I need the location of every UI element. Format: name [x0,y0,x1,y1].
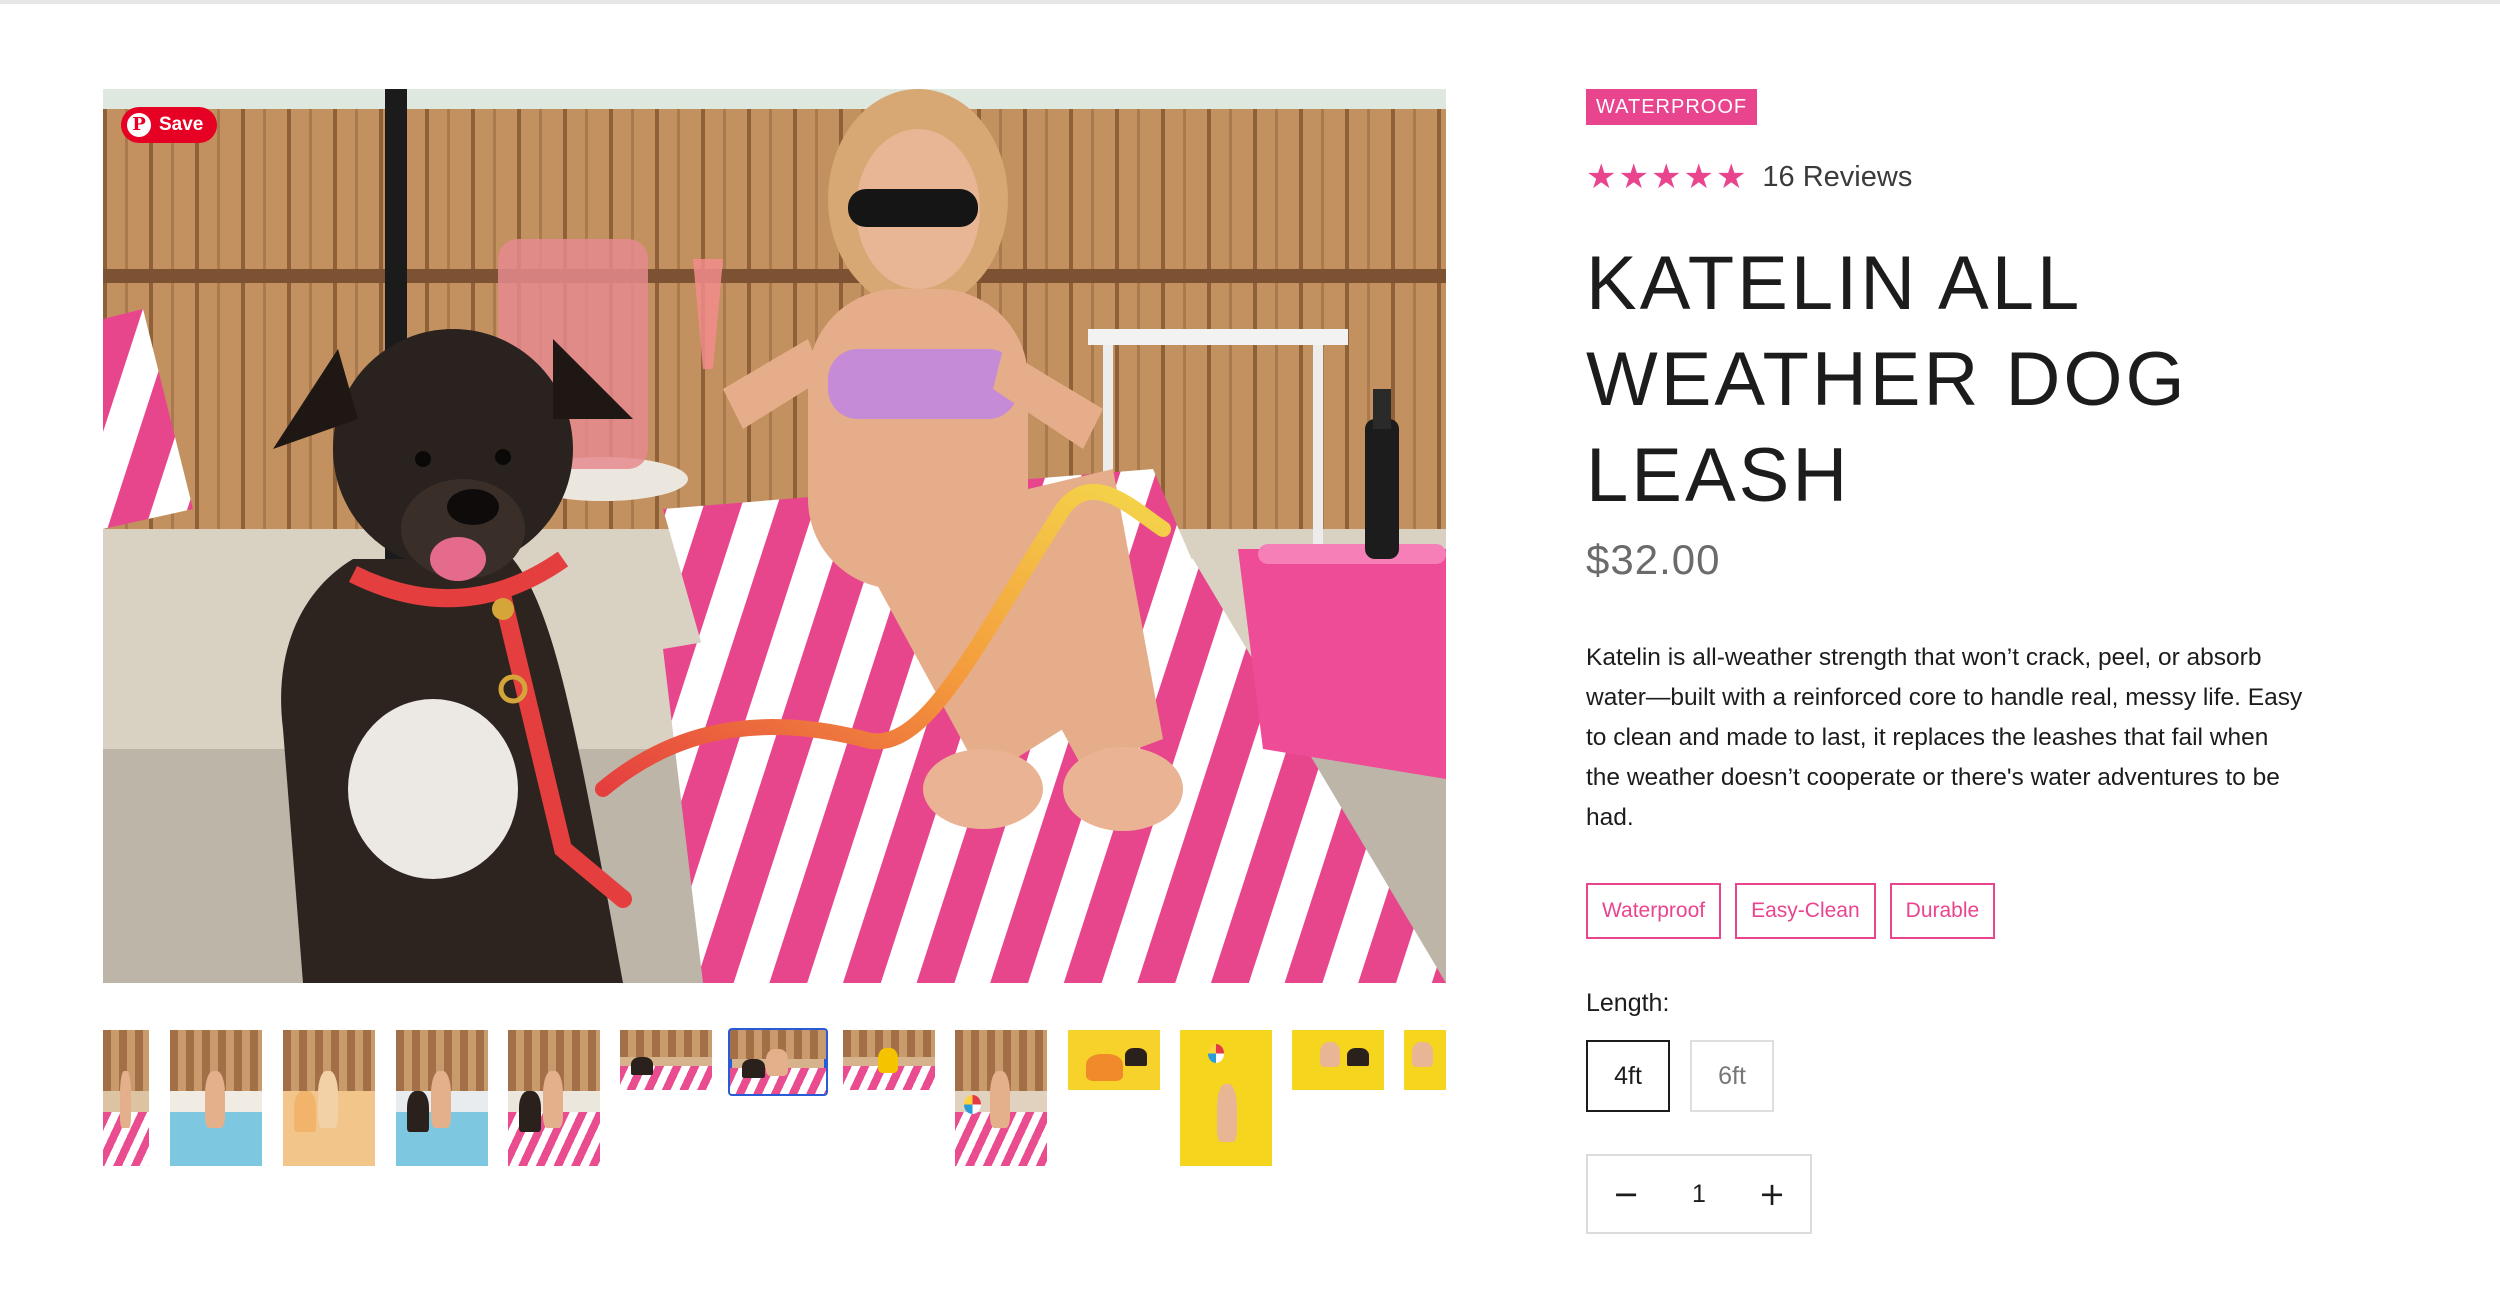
thumbnail-11[interactable] [1180,1030,1272,1166]
product-description: Katelin is all-weather strength that won… [1586,644,2303,831]
product-price: $32.00 [1586,536,1721,583]
thumbnail-2[interactable] [170,1030,262,1166]
star-icon: ★ [1715,157,1747,197]
quantity-stepper[interactable]: − 1 + [1586,1154,1812,1234]
length-label: Length: [1586,989,1670,1017]
star-icon: ★ [1586,157,1617,197]
waterproof-badge: WATERPROOF [1586,89,1758,125]
pinterest-save-button[interactable]: P Save [121,107,218,143]
length-option-6ft[interactable]: 6ft [1690,1040,1774,1112]
decrease-quantity-button[interactable]: − [1588,1156,1664,1232]
tag-easy-clean: Easy-Clean [1735,883,1876,939]
star-rating[interactable]: ★ ★ ★ ★ ★ 16 Reviews [1586,160,1912,194]
thumbnail-6[interactable] [620,1030,712,1090]
product-photo [103,89,1446,983]
tag-durable: Durable [1889,883,1996,939]
pinterest-save-label: Save [159,114,204,135]
thumbnail-10[interactable] [1068,1030,1160,1090]
pinterest-icon: P [127,113,151,137]
reviews-link[interactable]: 16 Reviews [1762,161,1912,194]
thumbnail-9[interactable] [955,1030,1047,1166]
star-icon: ★ [1683,157,1714,197]
star-icon: ★ [1618,157,1649,197]
thumbnail-5[interactable] [508,1030,600,1166]
thumbnail-13[interactable] [1404,1030,1446,1090]
feature-tags: Waterproof Easy-Clean Durable [1586,883,1996,939]
top-divider [0,0,2500,4]
length-option-4ft[interactable]: 4ft [1586,1040,1670,1112]
main-product-image[interactable]: P Save [103,89,1446,983]
thumbnail-4[interactable] [396,1030,488,1166]
thumbnail-8[interactable] [843,1030,935,1090]
quantity-value[interactable]: 1 [1664,1180,1734,1209]
star-icon: ★ [1650,157,1682,197]
thumbnail-3[interactable] [283,1030,375,1166]
product-title: KATELIN ALL WEATHER DOG LEASH [1586,241,2188,518]
thumbnail-7-active[interactable] [728,1028,828,1096]
increase-quantity-button[interactable]: + [1734,1156,1810,1232]
tag-waterproof: Waterproof [1586,883,1722,939]
thumbnail-1[interactable] [103,1030,149,1166]
thumbnail-12[interactable] [1292,1030,1384,1090]
